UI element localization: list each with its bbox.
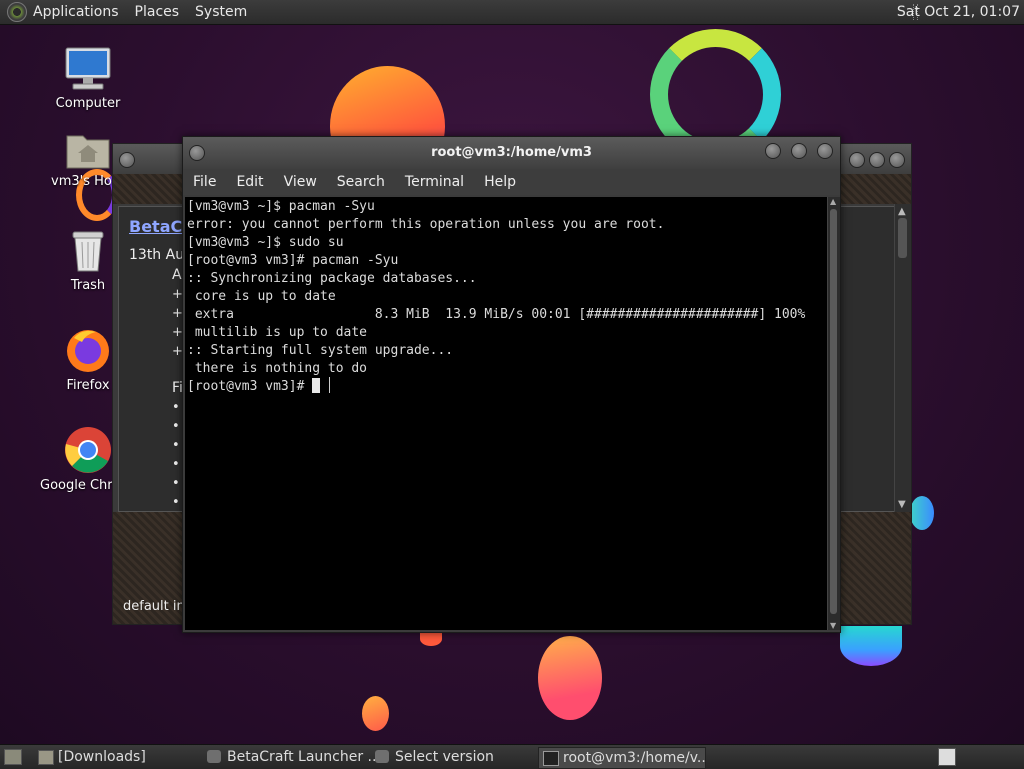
betacraft-scrollbar[interactable]: ▲ ▼ (894, 204, 911, 512)
show-desktop-icon[interactable] (4, 749, 22, 765)
terminal-minimize-button[interactable] (765, 143, 781, 159)
scroll-down-arrow-icon[interactable]: ▼ (830, 621, 836, 630)
terminal-line: multilib is up to date (187, 325, 368, 340)
taskbar-item-select-version[interactable]: Select version (371, 747, 555, 767)
wallpaper-small-ball (362, 696, 389, 731)
firefox-icon (64, 326, 112, 374)
bottom-taskbar: [Downloads] BetaCraft Launcher ... Selec… (0, 744, 1024, 769)
wallpaper-pink-ball (538, 636, 602, 720)
betacraft-minimize-button[interactable] (849, 152, 865, 168)
terminal-window[interactable]: root@vm3:/home/vm3 File Edit View Search… (182, 136, 841, 633)
menu-file[interactable]: File (193, 174, 216, 190)
clock[interactable]: Sat Oct 21, 01:07 (897, 4, 1020, 20)
chrome-icon (64, 426, 112, 474)
home-folder-icon (65, 128, 111, 170)
distro-logo-icon[interactable] (7, 2, 27, 22)
terminal-title: root@vm3:/home/vm3 (431, 145, 592, 160)
taskbar-item-betacraft[interactable]: BetaCraft Launcher ... (203, 747, 387, 767)
terminal-line: :: Starting full system upgrade... (187, 343, 454, 358)
trash-icon (68, 228, 108, 274)
scroll-up-arrow-icon[interactable]: ▲ (830, 197, 836, 206)
terminal-prompt: [root@vm3 vm3]# (187, 379, 313, 394)
terminal-scrollbar[interactable]: ▲ ▼ (827, 197, 840, 630)
terminal-close-button[interactable] (817, 143, 833, 159)
terminal-line: [vm3@vm3 ~]$ sudo su (187, 235, 344, 250)
taskbar-item-label: root@vm3:/home/v... (563, 750, 706, 766)
terminal-screen[interactable]: [vm3@vm3 ~]$ pacman -Syu error: you cann… (185, 197, 827, 630)
wallpaper-cyan-ball (840, 626, 902, 666)
desktop-icon-label: vm3's Home (51, 174, 113, 189)
desktop-icon-label: Computer (55, 96, 121, 111)
taskbar-item-label: Select version (395, 749, 494, 765)
menu-view[interactable]: View (284, 174, 317, 190)
taskbar-item-downloads[interactable]: [Downloads] (34, 747, 218, 767)
desktop-icon-computer[interactable]: Computer (38, 46, 138, 111)
scroll-down-arrow-icon[interactable]: ▼ (898, 499, 906, 510)
menu-terminal[interactable]: Terminal (405, 174, 464, 190)
betacraft-maximize-button[interactable] (869, 152, 885, 168)
desktop-icon-label: Google Chrome (40, 478, 112, 493)
menu-search[interactable]: Search (337, 174, 385, 190)
taskbar-item-label: [Downloads] (58, 749, 146, 765)
menu-applications[interactable]: Applications (33, 4, 119, 20)
taskbar-item-terminal[interactable]: root@vm3:/home/v... (538, 747, 706, 769)
terminal-line: [vm3@vm3 ~]$ pacman -Syu (187, 199, 375, 214)
betacraft-menu-button[interactable] (119, 152, 135, 168)
java-icon (207, 750, 221, 763)
wallpaper-tiny-ball (910, 496, 934, 530)
terminal-maximize-button[interactable] (791, 143, 807, 159)
terminal-line: [root@vm3 vm3]# pacman -Syu (187, 253, 399, 268)
terminal-line: core is up to date (187, 289, 336, 304)
menu-help[interactable]: Help (484, 174, 516, 190)
terminal-line: :: Synchronizing package databases... (187, 271, 477, 286)
menu-places[interactable]: Places (135, 4, 180, 20)
menu-edit[interactable]: Edit (236, 174, 263, 190)
betacraft-scroll-thumb[interactable] (898, 218, 907, 258)
terminal-menu-button[interactable] (189, 145, 205, 161)
folder-icon (38, 750, 54, 765)
taskbar-item-label: BetaCraft Launcher ... (227, 749, 381, 765)
terminal-output: [vm3@vm3 ~]$ pacman -Syu error: you cann… (185, 197, 827, 397)
top-panel: Applications Places System Sat Oct 21, 0… (0, 0, 1024, 25)
wallpaper-red-dot (420, 632, 442, 646)
terminal-titlebar[interactable]: root@vm3:/home/vm3 (183, 137, 840, 169)
terminal-line: there is nothing to do (187, 361, 368, 376)
scroll-up-arrow-icon[interactable]: ▲ (898, 206, 906, 217)
terminal-icon (543, 751, 559, 766)
java-icon (375, 750, 389, 763)
terminal-line: error: you cannot perform this operation… (187, 217, 665, 232)
terminal-cursor (312, 378, 321, 393)
computer-icon (63, 46, 113, 92)
terminal-line: extra 8.3 MiB 13.9 MiB/s 00:01 [########… (187, 307, 806, 322)
text-cursor-ibeam-icon (329, 377, 332, 393)
betacraft-close-button[interactable] (889, 152, 905, 168)
workspace-switcher-icon[interactable] (938, 748, 956, 766)
menu-system[interactable]: System (195, 4, 247, 20)
terminal-scroll-thumb[interactable] (830, 209, 837, 614)
terminal-menubar: File Edit View Search Terminal Help (183, 169, 840, 195)
